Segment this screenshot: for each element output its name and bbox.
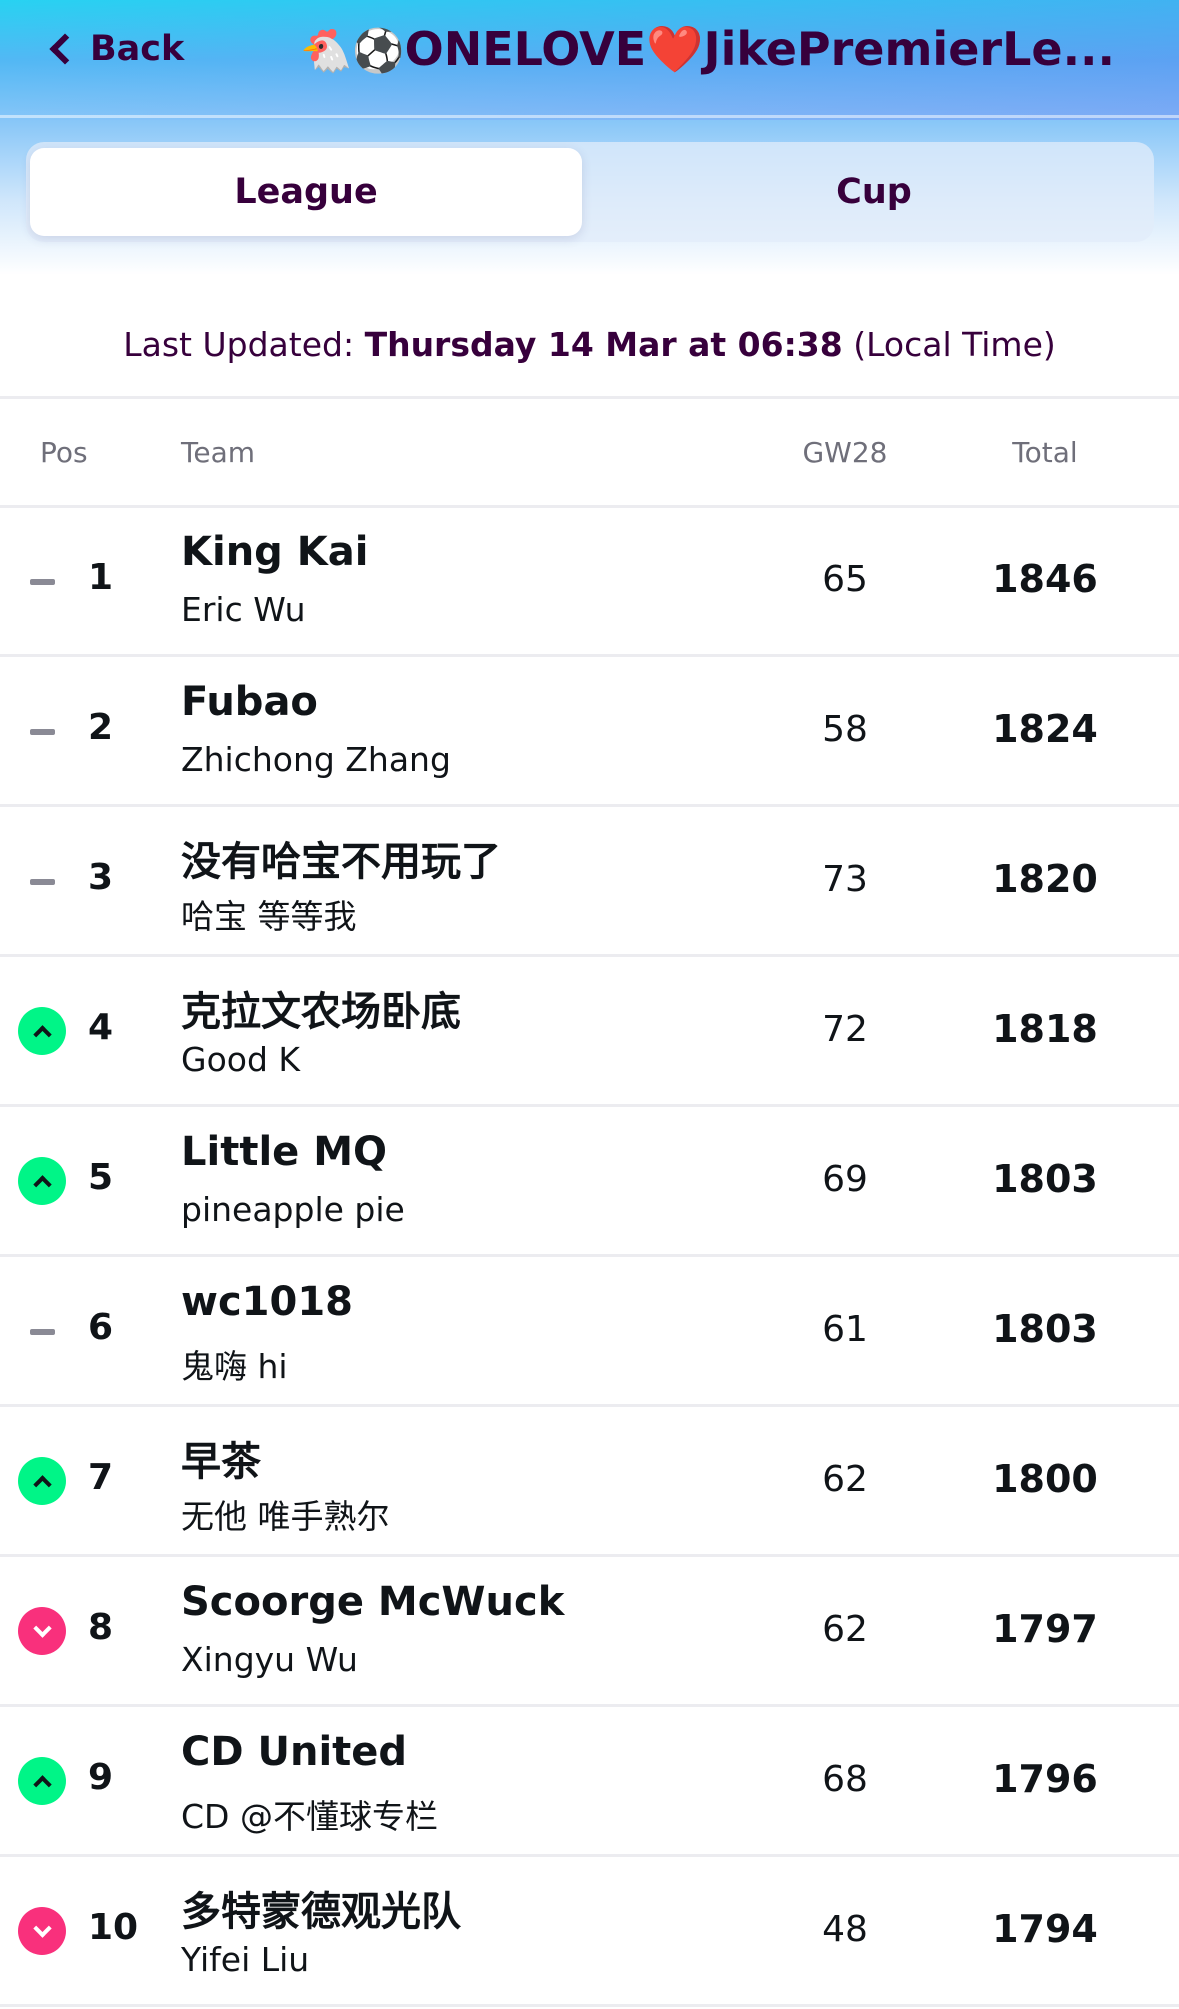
header-divider: [0, 115, 1179, 118]
row-gameweek-points: 72: [822, 1009, 868, 1050]
chevron-down-icon: [32, 1618, 52, 1638]
table-row[interactable]: 7 早茶无他 唯手熟尔 62 1800: [0, 1407, 1179, 1557]
row-gameweek-points: 62: [822, 1459, 868, 1500]
rank-unchanged-icon: [30, 579, 55, 585]
row-team-name[interactable]: CD United: [181, 1729, 407, 1775]
row-position: 10: [88, 1907, 139, 1948]
row-position: 4: [88, 1007, 114, 1048]
chevron-up-icon: [32, 1474, 52, 1494]
column-header-total: Total: [1012, 436, 1078, 469]
last-updated-prefix: Last Updated:: [123, 325, 355, 364]
league-cup-tabs: League Cup: [26, 142, 1154, 242]
row-team-name[interactable]: 没有哈宝不用玩了: [181, 829, 501, 887]
row-position: 5: [88, 1157, 114, 1198]
table-row[interactable]: 6 wc1018 鬼嗨 hi 61 1803: [0, 1257, 1179, 1407]
top-bar: Back 🐔⚽ONELOVE❤️JikePremierLe...: [0, 0, 1179, 110]
row-manager-name: Yifei Liu: [181, 1940, 310, 1979]
row-gameweek-points: 69: [822, 1159, 868, 1200]
row-position: 3: [88, 857, 114, 898]
row-total-points: 1796: [992, 1757, 1098, 1801]
rank-down-icon: [18, 1907, 66, 1955]
row-manager-name: Eric Wu: [181, 590, 306, 629]
row-team-name[interactable]: 克拉文农场卧底: [181, 979, 461, 1037]
row-gameweek-points: 73: [822, 859, 868, 900]
row-manager-name: 无他 唯手熟尔: [181, 1497, 390, 1536]
chevron-up-icon: [32, 1174, 52, 1194]
row-position: 7: [88, 1457, 114, 1498]
row-manager-name: Xingyu Wu: [181, 1640, 358, 1679]
row-total-points: 1803: [992, 1157, 1098, 1201]
rank-unchanged-icon: [30, 729, 55, 735]
table-row[interactable]: 2 Fubao Zhichong Zhang 58 1824: [0, 657, 1179, 807]
row-team-name[interactable]: Fubao: [181, 679, 318, 725]
row-manager-name: CD @不懂球专栏: [181, 1797, 438, 1836]
row-total-points: 1820: [992, 857, 1098, 901]
row-manager-name: 哈宝 等等我: [181, 897, 357, 936]
row-total-points: 1846: [992, 557, 1098, 601]
table-row[interactable]: 5 Little MQ pineapple pie 69 1803: [0, 1107, 1179, 1257]
title-text: ONELOVE❤️JikePremierLe...: [404, 22, 1116, 76]
row-total-points: 1794: [992, 1907, 1098, 1951]
chevron-up-icon: [32, 1774, 52, 1794]
league-title: 🐔⚽ONELOVE❤️JikePremierLe...: [300, 22, 1120, 77]
chevron-up-icon: [32, 1024, 52, 1044]
chevron-left-icon: [49, 33, 81, 65]
divider: [0, 396, 1179, 399]
last-updated: Last Updated: Thursday 14 Mar at 06:38 (…: [0, 325, 1179, 364]
row-team-name[interactable]: 多特蒙德观光队: [181, 1879, 461, 1937]
row-team-name[interactable]: Little MQ: [181, 1129, 387, 1175]
row-manager-name: Zhichong Zhang: [181, 740, 451, 779]
row-total-points: 1800: [992, 1457, 1098, 1501]
row-total-points: 1818: [992, 1007, 1098, 1051]
row-position: 1: [88, 557, 114, 598]
row-position: 9: [88, 1757, 114, 1798]
row-total-points: 1803: [992, 1307, 1098, 1351]
tab-cup[interactable]: Cup: [598, 148, 1150, 236]
row-total-points: 1824: [992, 707, 1098, 751]
row-gameweek-points: 65: [822, 559, 868, 600]
row-manager-name: 鬼嗨 hi: [181, 1347, 288, 1386]
league-standings-screen: Back 🐔⚽ONELOVE❤️JikePremierLe... League …: [0, 0, 1179, 2009]
chevron-down-icon: [32, 1918, 52, 1938]
table-row[interactable]: 10 多特蒙德观光队 Yifei Liu 48 1794: [0, 1857, 1179, 2007]
row-gameweek-points: 61: [822, 1309, 868, 1350]
back-button[interactable]: Back: [46, 24, 184, 74]
table-row[interactable]: 1 King Kai Eric Wu 65 1846: [0, 507, 1179, 657]
row-gameweek-points: 48: [822, 1909, 868, 1950]
row-team-name[interactable]: wc1018: [181, 1279, 353, 1325]
row-gameweek-points: 68: [822, 1759, 868, 1800]
row-gameweek-points: 58: [822, 709, 868, 750]
last-updated-suffix: (Local Time): [853, 325, 1056, 364]
row-team-name[interactable]: Scoorge McWuck: [181, 1579, 564, 1625]
last-updated-datetime: Thursday 14 Mar at 06:38: [364, 325, 843, 364]
table-row[interactable]: 9 CD United CD @不懂球专栏 68 1796: [0, 1707, 1179, 1857]
table-row[interactable]: 3 没有哈宝不用玩了哈宝 等等我 73 1820: [0, 807, 1179, 957]
tab-league[interactable]: League: [30, 148, 582, 236]
rank-unchanged-icon: [30, 879, 55, 885]
row-team-name[interactable]: King Kai: [181, 529, 368, 575]
rank-up-icon: [18, 1157, 66, 1205]
column-header-team: Team: [181, 436, 256, 469]
standings-table: 1 King Kai Eric Wu 65 1846 2 Fubao Zhichong Zha…: [0, 507, 1179, 2007]
row-manager-name: pineapple pie: [181, 1190, 405, 1229]
back-label: Back: [90, 29, 185, 69]
rank-up-icon: [18, 1457, 66, 1505]
table-header: Pos Team GW28 Total: [0, 400, 1179, 507]
row-manager-name: Good K: [181, 1040, 301, 1079]
table-row[interactable]: 8 Scoorge McWuck Xingyu Wu 62 1797: [0, 1557, 1179, 1707]
title-emojis: 🐔⚽: [300, 26, 405, 75]
table-row[interactable]: 4 克拉文农场卧底 Good K 72 1818: [0, 957, 1179, 1107]
row-team-name[interactable]: 早茶: [181, 1429, 261, 1487]
rank-up-icon: [18, 1007, 66, 1055]
rank-up-icon: [18, 1757, 66, 1805]
row-position: 2: [88, 707, 114, 748]
column-header-pos: Pos: [40, 436, 88, 469]
rank-down-icon: [18, 1607, 66, 1655]
row-position: 8: [88, 1607, 114, 1648]
row-gameweek-points: 62: [822, 1609, 868, 1650]
row-position: 6: [88, 1307, 114, 1348]
row-total-points: 1797: [992, 1607, 1098, 1651]
rank-unchanged-icon: [30, 1329, 55, 1335]
column-header-gw: GW28: [802, 436, 888, 469]
